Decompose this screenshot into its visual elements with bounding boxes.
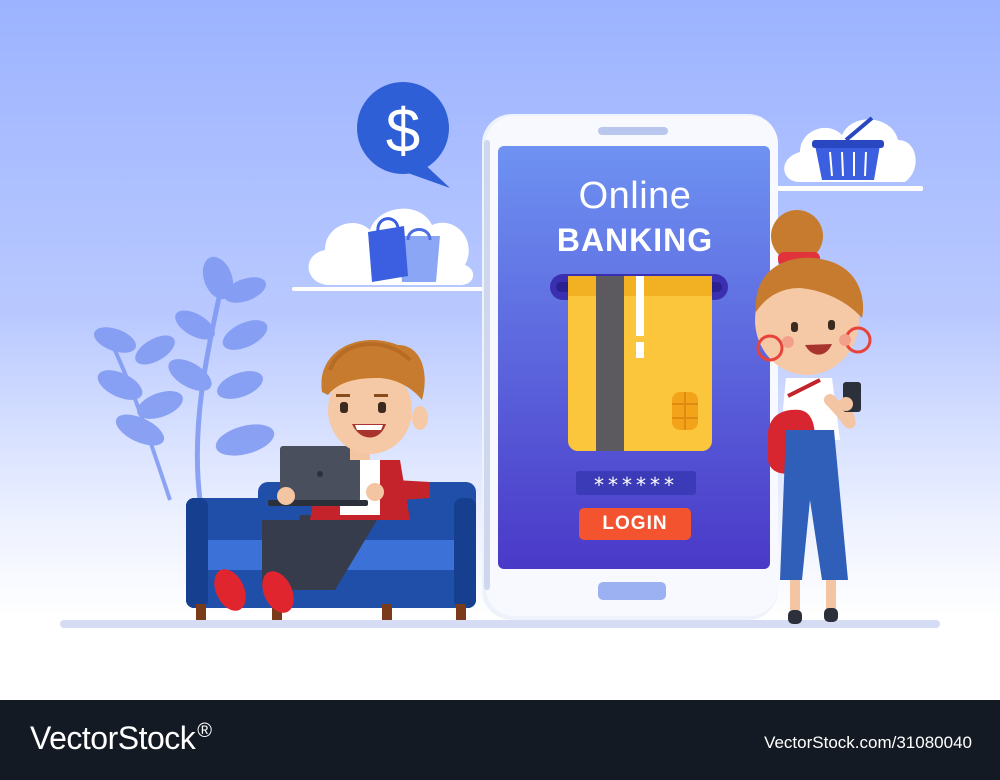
- brand-logo: VectorStock ®: [30, 720, 212, 757]
- brand-name: VectorStock: [30, 720, 196, 756]
- password-field: ******: [576, 471, 696, 497]
- phone-title-online: Online: [578, 175, 692, 217]
- plant: [93, 256, 275, 501]
- dollar-icon: $: [386, 97, 420, 166]
- stock-id-text: VectorStock.com/31080040: [764, 733, 972, 752]
- login-button: LOGIN: [579, 508, 691, 540]
- footer-bar: VectorStock ® VectorStock.com/31080040: [0, 700, 1000, 780]
- phone-title-banking: BANKING: [556, 222, 714, 258]
- illustration: $ Online BANKING ****** LOGIN VectorStoc…: [0, 0, 1000, 780]
- scene-art: $: [60, 82, 940, 628]
- scene-background: $ Online BANKING ****** LOGIN: [0, 0, 1000, 700]
- floor-line: [60, 620, 940, 628]
- chip-icon: [672, 392, 698, 430]
- registered-mark: ®: [197, 720, 212, 743]
